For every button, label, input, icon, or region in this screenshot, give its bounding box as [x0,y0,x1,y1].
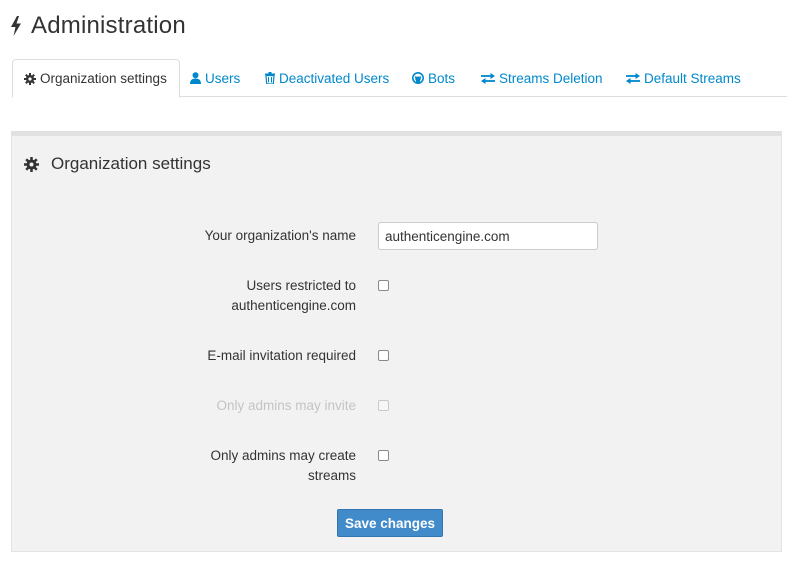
panel-title-text: Organization settings [51,154,211,173]
user-icon [190,72,201,84]
tab-default-streams[interactable]: Default Streams [626,59,741,97]
org-name-input[interactable] [378,222,598,250]
tab-label: Default Streams [644,70,741,86]
tab-label: Organization settings [40,71,167,86]
restricted-users-label-line2: authenticengine.com [231,298,356,313]
admins-invite-checkbox[interactable] [378,400,389,411]
tab-label: Deactivated Users [279,70,390,86]
github-icon [412,72,424,84]
tab-users[interactable]: Users [190,59,240,97]
restricted-users-label: Users restricted to authenticengine.com [231,276,356,316]
email-invitation-checkbox[interactable] [378,350,389,361]
restricted-users-checkbox[interactable] [378,280,389,291]
restricted-users-label-line1: Users restricted to [246,278,356,293]
tab-streams-deletion[interactable]: Streams Deletion [481,59,603,97]
tab-deactivated-users[interactable]: Deactivated Users [265,59,389,97]
organization-settings-panel: Organization settings Your organization'… [11,131,782,552]
tab-bar: Organization settings Users Deactivated … [12,59,787,98]
page-header: Administration [10,12,186,40]
admins-create-streams-checkbox[interactable] [378,450,389,461]
tab-label: Streams Deletion [499,70,603,86]
email-invitation-label: E-mail invitation required [207,348,356,363]
tab-bots[interactable]: Bots [412,59,455,97]
exchange-icon [626,72,640,84]
bolt-icon [11,16,21,36]
tab-organization-settings[interactable]: Organization settings [12,59,180,98]
save-changes-button[interactable]: Save changes [337,509,443,537]
admins-invite-label: Only admins may invite [216,398,356,413]
admins-create-streams-label-line2: streams [307,468,356,483]
gear-icon [24,72,36,85]
panel-title: Organization settings [24,154,211,174]
gear-icon [24,156,39,172]
tab-label: Users [205,70,241,86]
tab-label: Bots [428,70,456,86]
page-title: Administration [31,12,186,39]
trash-icon [265,72,275,84]
org-name-label: Your organization's name [204,228,356,243]
admins-create-streams-label: Only admins may create streams [210,446,356,486]
admins-create-streams-label-line1: Only admins may create [210,448,356,463]
exchange-icon [481,72,495,84]
